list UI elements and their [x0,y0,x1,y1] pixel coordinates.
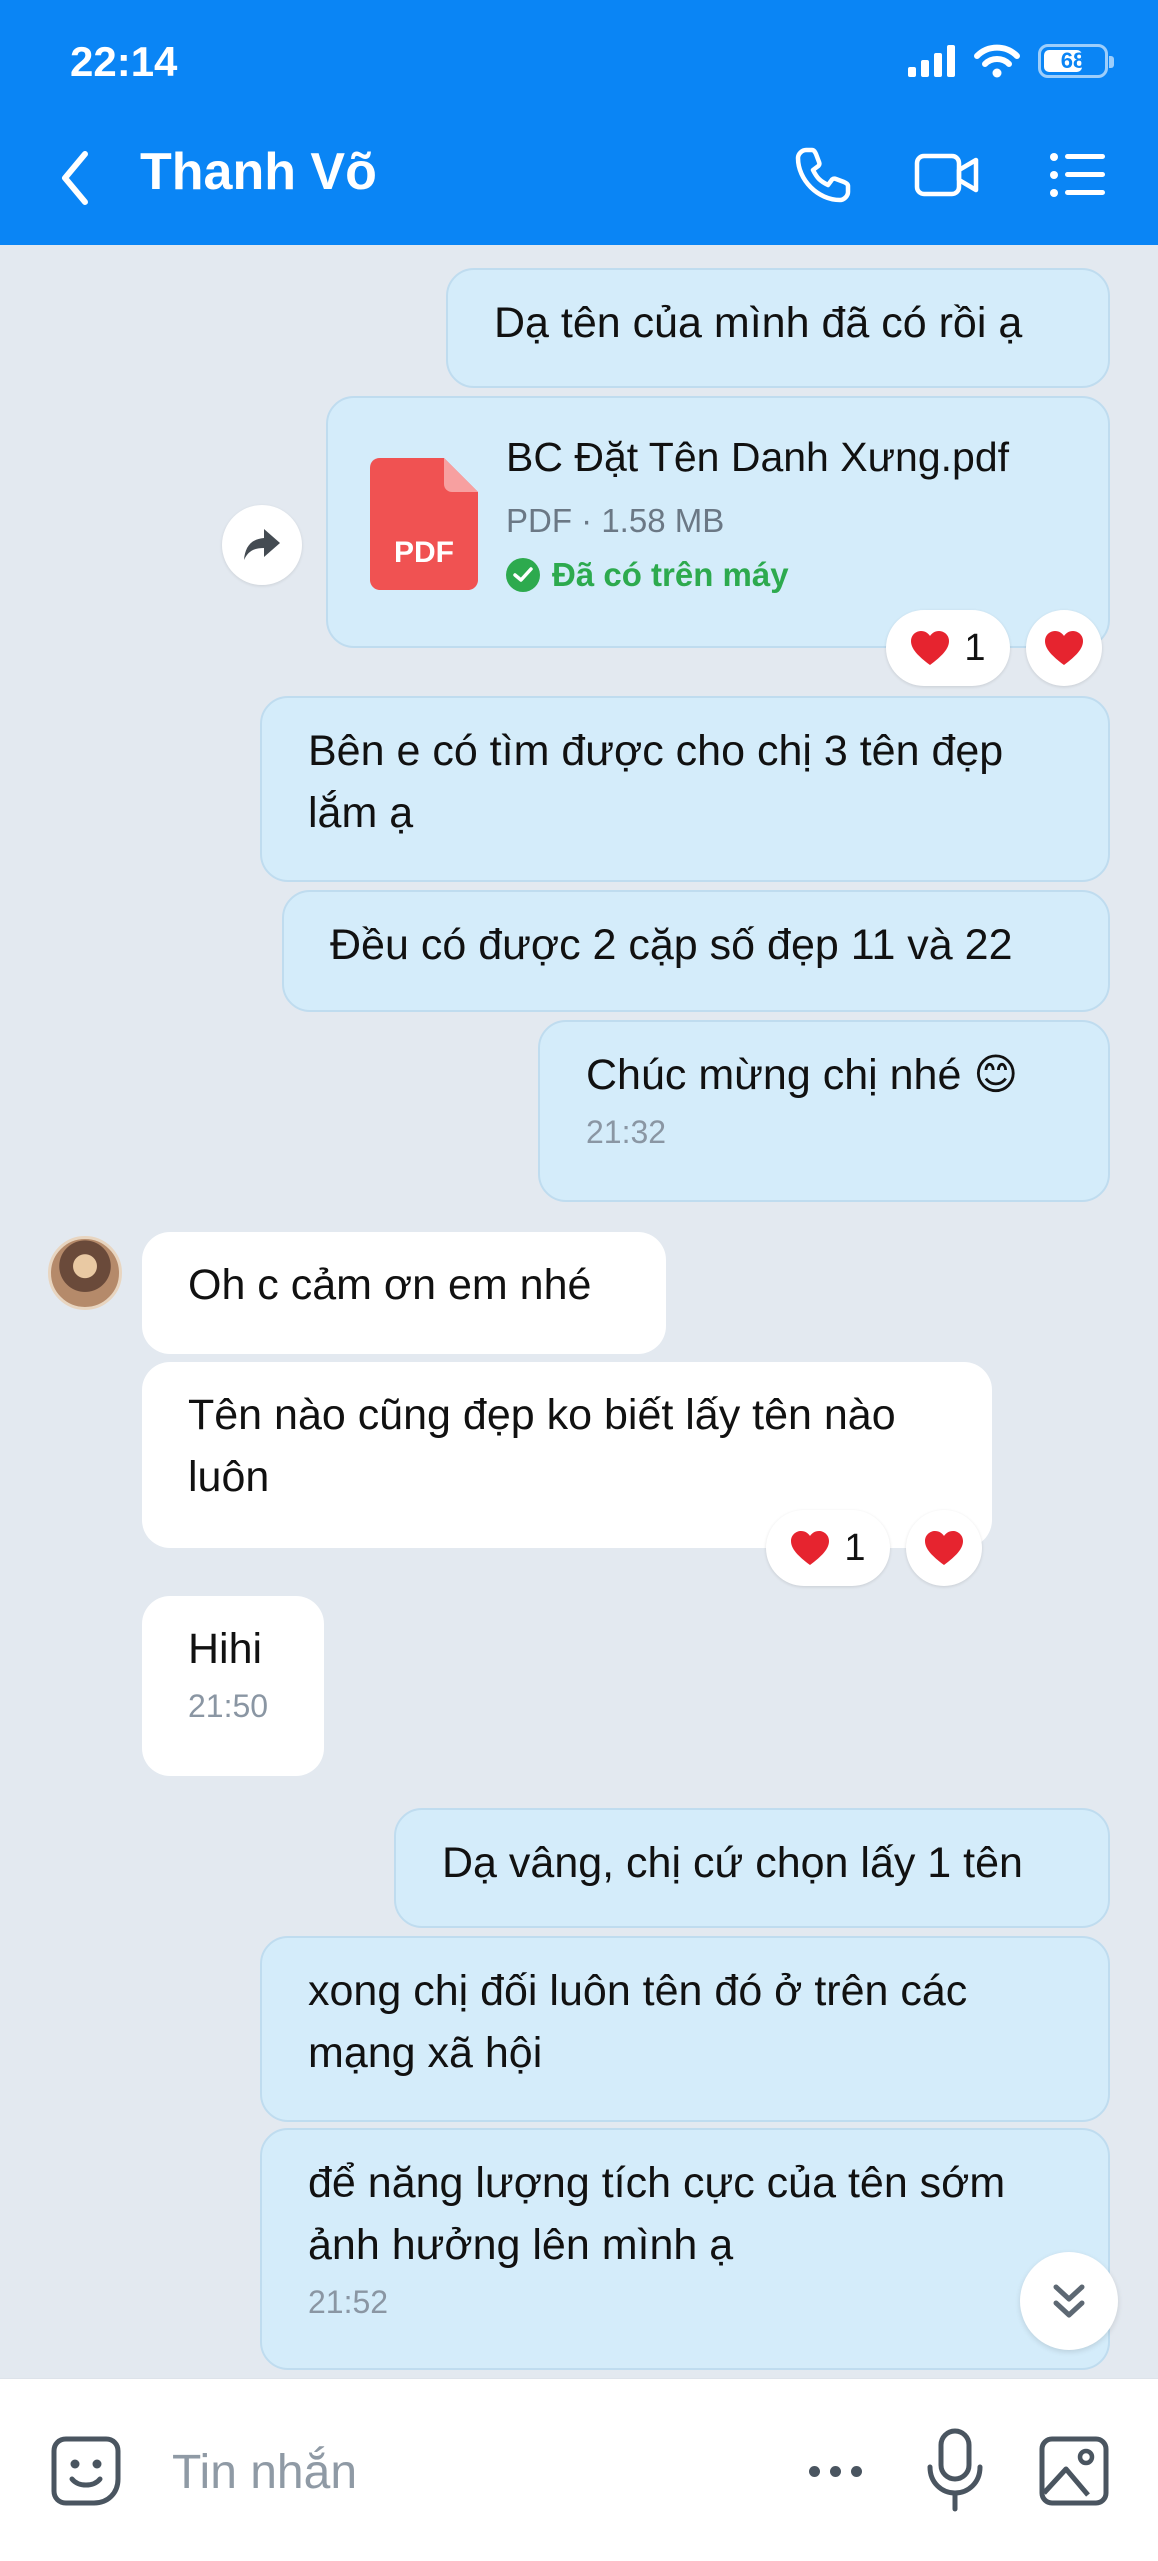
outgoing-message[interactable]: Dạ tên của mình đã có rồi ạ [446,268,1110,388]
wifi-icon [974,44,1020,78]
message-text: Chúc mừng chị nhé 😊 [586,1051,1019,1099]
sticker-emoji-icon[interactable] [48,2433,124,2509]
heart-icon [1045,631,1083,665]
message-time: 21:32 [586,1114,667,1150]
list-menu-icon [1050,153,1105,197]
reaction-count: 1 [964,626,986,669]
react-heart-button[interactable] [906,1510,982,1586]
reaction-summary[interactable]: 1 [766,1510,890,1586]
message-text: Bên e có tìm được cho chị 3 tên đẹp lắm … [308,727,1004,837]
message-text: Đều có được 2 cặp số đẹp 11 và 22 [330,921,1013,969]
file-status-text: Đã có trên máy [552,556,789,593]
heart-icon [791,1531,830,1565]
outgoing-message[interactable]: Dạ vâng, chị cứ chọn lấy 1 tên [394,1808,1110,1928]
pdf-icon-label: PDF [394,536,454,569]
message-text: Dạ vâng, chị cứ chọn lấy 1 tên [442,1839,1023,1887]
share-arrow-icon [244,529,280,560]
message-text: xong chị đối luôn tên đó ở trên các mạng… [308,1967,968,2077]
message-text: Tên nào cũng đẹp ko biết lấy tên nào luô… [188,1391,896,1501]
file-name: BC Đặt Tên Danh Xưng.pdf [506,434,1010,480]
microphone-icon[interactable] [922,2427,988,2513]
heart-icon [925,1531,963,1565]
file-status: Đã có trên máy [506,556,789,594]
outgoing-message[interactable]: Chúc mừng chị nhé 😊 21:32 [538,1020,1110,1202]
incoming-message[interactable]: Hihi 21:50 [142,1596,324,1776]
back-button[interactable] [55,148,95,208]
battery-percent: 68 [1060,48,1086,73]
file-meta: PDF · 1.58 MB [506,502,725,539]
contact-name[interactable]: Thanh Võ [140,142,377,202]
file-attachment[interactable]: PDF BC Đặt Tên Danh Xưng.pdf PDF · 1.58 … [326,396,1110,648]
video-camera-icon [914,153,979,197]
incoming-message[interactable]: Oh c cảm ơn em nhé [142,1232,666,1354]
message-input[interactable] [170,2439,734,2505]
react-heart-button[interactable] [1026,610,1102,686]
outgoing-message[interactable]: xong chị đối luôn tên đó ở trên các mạng… [260,1936,1110,2122]
video-call-button[interactable] [912,140,982,210]
chat-options-button[interactable] [1042,140,1112,210]
check-circle-icon [506,558,540,592]
message-text: Dạ tên của mình đã có rồi ạ [494,299,1023,347]
image-gallery-icon[interactable] [1038,2435,1110,2507]
reaction-count: 1 [844,1526,866,1569]
battery-icon: 68 [1038,44,1114,78]
message-text: Hihi [188,1625,263,1673]
message-text: Oh c cảm ơn em nhé [188,1261,592,1309]
share-button[interactable] [222,505,302,585]
reaction-summary[interactable]: 1 [886,610,1010,686]
more-options-button[interactable] [800,2439,870,2503]
message-time: 21:50 [188,1688,269,1724]
double-chevron-down-icon [1053,2284,1085,2318]
message-composer [0,2378,1158,2561]
message-text: để năng lượng tích cực của tên sớm ảnh h… [308,2159,1006,2269]
outgoing-message[interactable]: Bên e có tìm được cho chị 3 tên đẹp lắm … [260,696,1110,882]
status-time: 22:14 [70,38,178,85]
outgoing-message[interactable]: Đều có được 2 cặp số đẹp 11 và 22 [282,890,1110,1012]
signal-icon [908,45,955,77]
scroll-to-bottom-button[interactable] [1020,2252,1118,2350]
chat-header: 22:14 68 Thanh Võ [0,0,1158,245]
outgoing-message[interactable]: để năng lượng tích cực của tên sớm ảnh h… [260,2128,1110,2370]
heart-icon [911,631,950,665]
status-icons: 68 [908,44,1114,78]
phone-icon [795,147,851,203]
message-time: 21:52 [308,2284,389,2320]
call-button[interactable] [788,140,858,210]
contact-avatar[interactable] [48,1236,122,1310]
pdf-file-icon: PDF [370,458,478,590]
